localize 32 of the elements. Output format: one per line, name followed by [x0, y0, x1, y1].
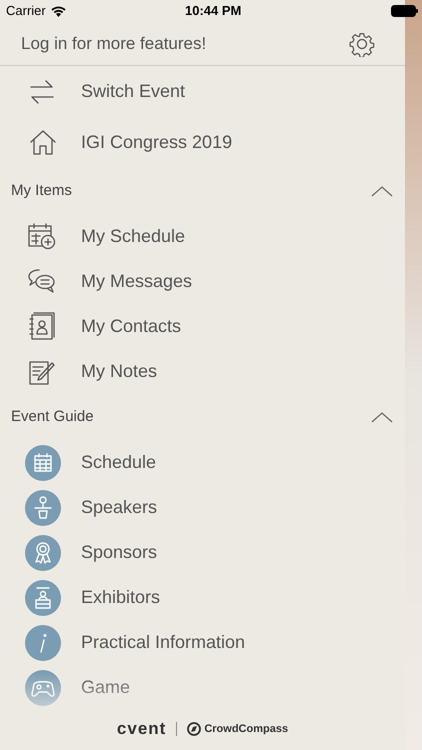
menu-item[interactable]: My Contacts — [0, 304, 405, 349]
menu-item[interactable]: Sponsors — [0, 530, 405, 575]
compass-logo-icon — [187, 722, 202, 736]
menu-item[interactable]: Practical Information — [0, 620, 405, 665]
menu-item[interactable]: Schedule — [0, 440, 405, 485]
calendar-icon — [25, 444, 61, 480]
crowdcompass-logo: CrowdCompass — [204, 722, 288, 737]
clock-time: 10:44 PM — [185, 2, 242, 20]
menu-item[interactable]: My Notes — [0, 349, 405, 394]
gamepad-icon — [25, 670, 61, 706]
settings-icon[interactable] — [349, 30, 375, 56]
menu-item[interactable]: Exhibitors — [0, 575, 405, 620]
menu-item[interactable]: My Schedule — [0, 214, 405, 259]
menu-item[interactable]: Game — [0, 665, 405, 710]
carrier-label: Carrier — [6, 2, 46, 20]
section-header[interactable]: Event Guide — [0, 394, 405, 440]
battery-icon — [391, 5, 419, 17]
wifi-icon — [50, 6, 66, 16]
calendar-add-icon — [27, 222, 57, 252]
award-ribbon-icon — [25, 534, 61, 570]
info-icon — [25, 624, 61, 660]
cvent-logo: cvent — [116, 718, 166, 740]
menu-item[interactable]: IGI Congress 2019 — [0, 117, 405, 168]
menu-item[interactable]: My Messages — [0, 259, 405, 304]
speaker-podium-icon — [25, 490, 61, 526]
login-prompt[interactable]: Log in for more features! — [21, 30, 206, 56]
menu-item[interactable]: Switch Event — [0, 66, 405, 117]
menu-item[interactable]: Speakers — [0, 485, 405, 530]
exhibitor-booth-icon — [25, 580, 61, 616]
home-icon — [29, 128, 57, 156]
section-header[interactable]: My Items — [0, 168, 405, 214]
contact-book-icon — [27, 312, 57, 342]
